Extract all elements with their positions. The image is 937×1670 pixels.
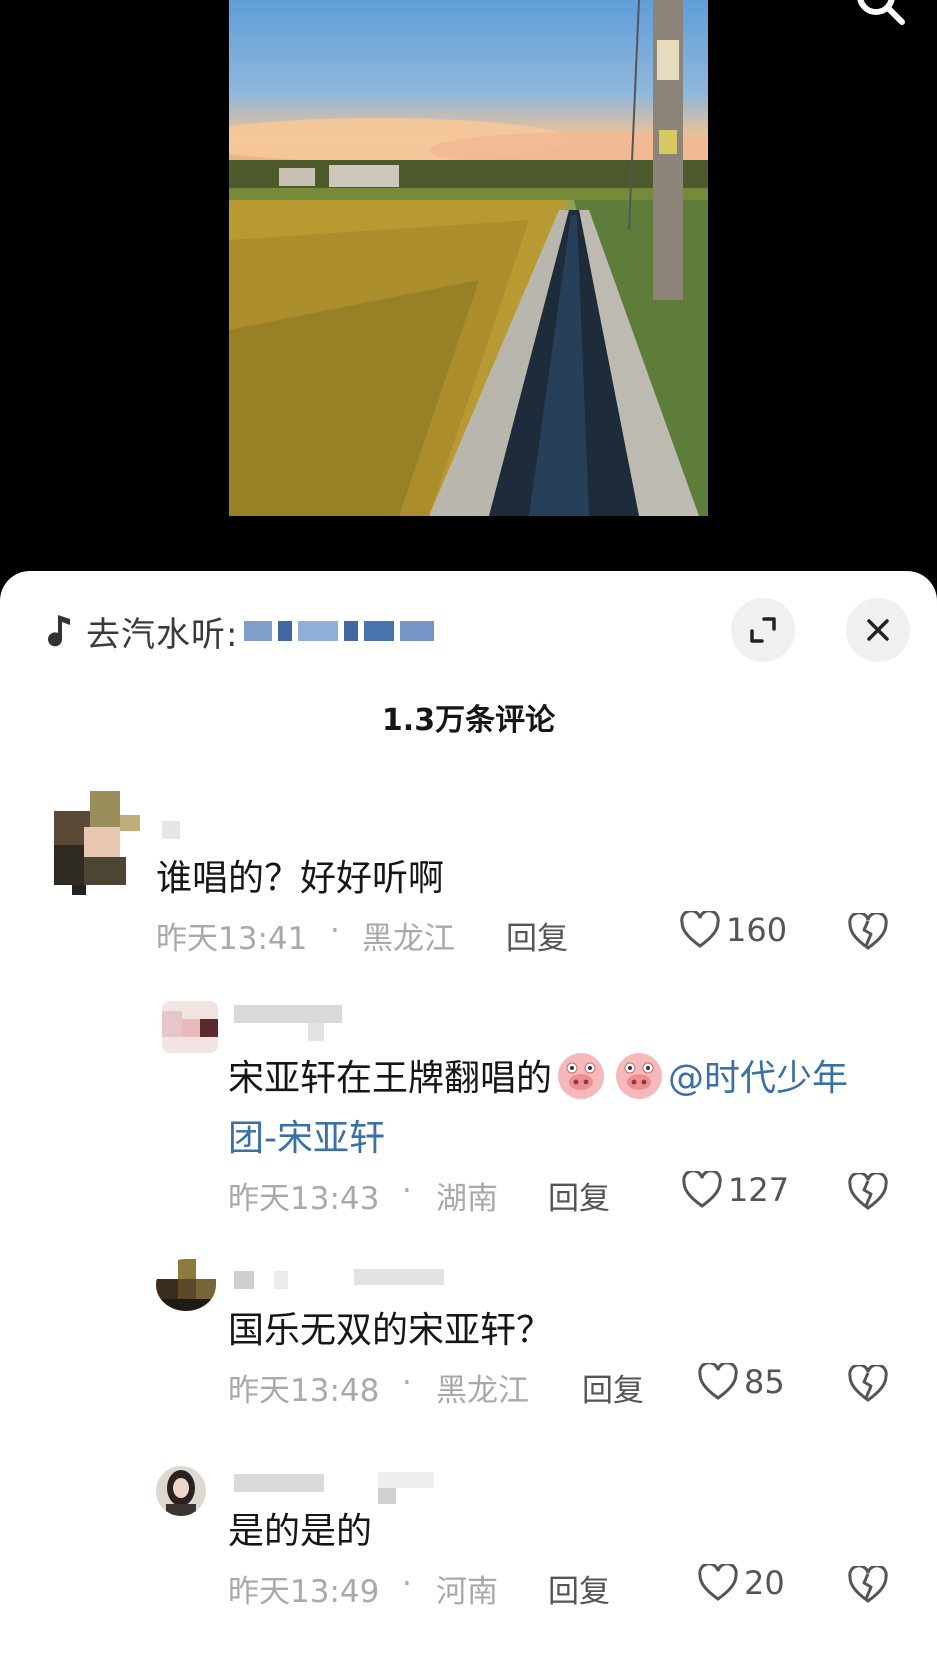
comment-location: 黑龙江 [436, 1373, 529, 1409]
like-count: 160 [726, 911, 788, 949]
username-redacted-fragment [274, 1271, 288, 1289]
comment-time: 昨天13:41 [156, 921, 308, 957]
video-player[interactable] [0, 0, 937, 580]
username-redacted[interactable] [234, 1005, 342, 1023]
comment-time: 昨天13:49 [228, 1574, 380, 1610]
heart-icon [680, 911, 720, 948]
meta-separator: · [402, 1566, 412, 1602]
comment-text: 是的是的 [228, 1511, 373, 1552]
mention-link[interactable]: @时代少年 [668, 1058, 848, 1099]
comment-sheet: 去汽水听: 1.3万条评论 谁唱的？好好听啊 昨天13:41 · 黑龙江 回复 … [0, 571, 937, 1670]
video-frame[interactable] [229, 0, 708, 516]
username-redacted-fragment [354, 1269, 444, 1285]
username-redacted[interactable] [234, 1271, 254, 1289]
dislike-button[interactable] [848, 1363, 888, 1407]
reply-button[interactable]: 回复 [548, 1173, 610, 1218]
mention-link-continued[interactable]: 团-宋亚轩 [228, 1109, 385, 1161]
avatar[interactable] [162, 1001, 218, 1053]
dislike-button[interactable] [848, 1564, 888, 1608]
heart-icon [682, 1171, 722, 1208]
reply-item: 宋亚轩在王牌翻唱的 @时代少年 团-宋亚轩 昨天13:43 · 湖南 回复 127 [0, 1001, 937, 1231]
pig-face-icon [554, 1051, 608, 1110]
broken-heart-icon [848, 911, 888, 950]
comment-location: 湖南 [436, 1181, 498, 1217]
broken-heart-icon [848, 1363, 888, 1402]
expand-icon [750, 617, 776, 643]
username-redacted-fragment [378, 1488, 396, 1504]
like-count: 127 [728, 1171, 790, 1209]
reply-button[interactable]: 回复 [582, 1365, 644, 1410]
username-redacted-fragment [378, 1472, 434, 1488]
comment-text-body: 宋亚轩在王牌翻唱的 [228, 1058, 553, 1099]
close-icon [867, 619, 889, 641]
like-count: 85 [744, 1363, 785, 1401]
reply-button[interactable]: 回复 [506, 913, 568, 958]
comment-location: 河南 [436, 1574, 498, 1610]
comment-time: 昨天13:43 [228, 1181, 380, 1217]
like-button[interactable]: 85 [698, 1363, 785, 1401]
meta-separator: · [330, 913, 340, 949]
like-button[interactable]: 20 [698, 1564, 785, 1602]
music-note-icon [48, 615, 70, 647]
comment-text: 宋亚轩在王牌翻唱的 @时代少年 [228, 1049, 848, 1110]
comment-text: 国乐无双的宋亚轩？ [228, 1310, 553, 1351]
reply-button[interactable]: 回复 [548, 1566, 610, 1611]
heart-icon [698, 1363, 738, 1400]
expand-button[interactable] [731, 598, 795, 662]
music-source-row[interactable]: 去汽水听: [44, 611, 435, 655]
username-redacted[interactable] [162, 821, 180, 839]
comment-item: 谁唱的？好好听啊 昨天13:41 · 黑龙江 回复 160 [0, 791, 937, 991]
comment-location: 黑龙江 [362, 921, 455, 957]
comment-count-title: 1.3万条评论 [381, 703, 556, 738]
heart-icon [698, 1564, 738, 1601]
search-button[interactable] [852, 0, 912, 36]
like-button[interactable]: 160 [680, 911, 787, 949]
meta-separator: · [402, 1173, 412, 1209]
comment-text: 谁唱的？好好听啊 [156, 858, 445, 899]
search-icon [857, 0, 905, 25]
dislike-button[interactable] [848, 1171, 888, 1215]
meta-separator: · [402, 1365, 412, 1401]
broken-heart-icon [848, 1564, 888, 1603]
comment-time: 昨天13:48 [228, 1373, 380, 1409]
music-source-label: 去汽水听: [86, 614, 239, 655]
like-button[interactable]: 127 [682, 1171, 789, 1209]
avatar[interactable] [156, 1466, 206, 1516]
video-scene [229, 0, 708, 516]
avatar[interactable] [54, 791, 144, 895]
broken-heart-icon [848, 1171, 888, 1210]
pig-face-icon [612, 1051, 666, 1110]
redacted-song-title [238, 621, 435, 641]
like-count: 20 [744, 1564, 785, 1602]
reply-item: 国乐无双的宋亚轩？ 昨天13:48 · 黑龙江 回复 85 [0, 1259, 937, 1439]
username-redacted[interactable] [234, 1474, 324, 1492]
username-redacted-fragment [308, 1023, 324, 1041]
close-button[interactable] [846, 598, 910, 662]
dislike-button[interactable] [848, 911, 888, 955]
avatar[interactable] [156, 1259, 216, 1311]
reply-item: 是的是的 昨天13:49 · 河南 回复 20 [0, 1466, 937, 1646]
